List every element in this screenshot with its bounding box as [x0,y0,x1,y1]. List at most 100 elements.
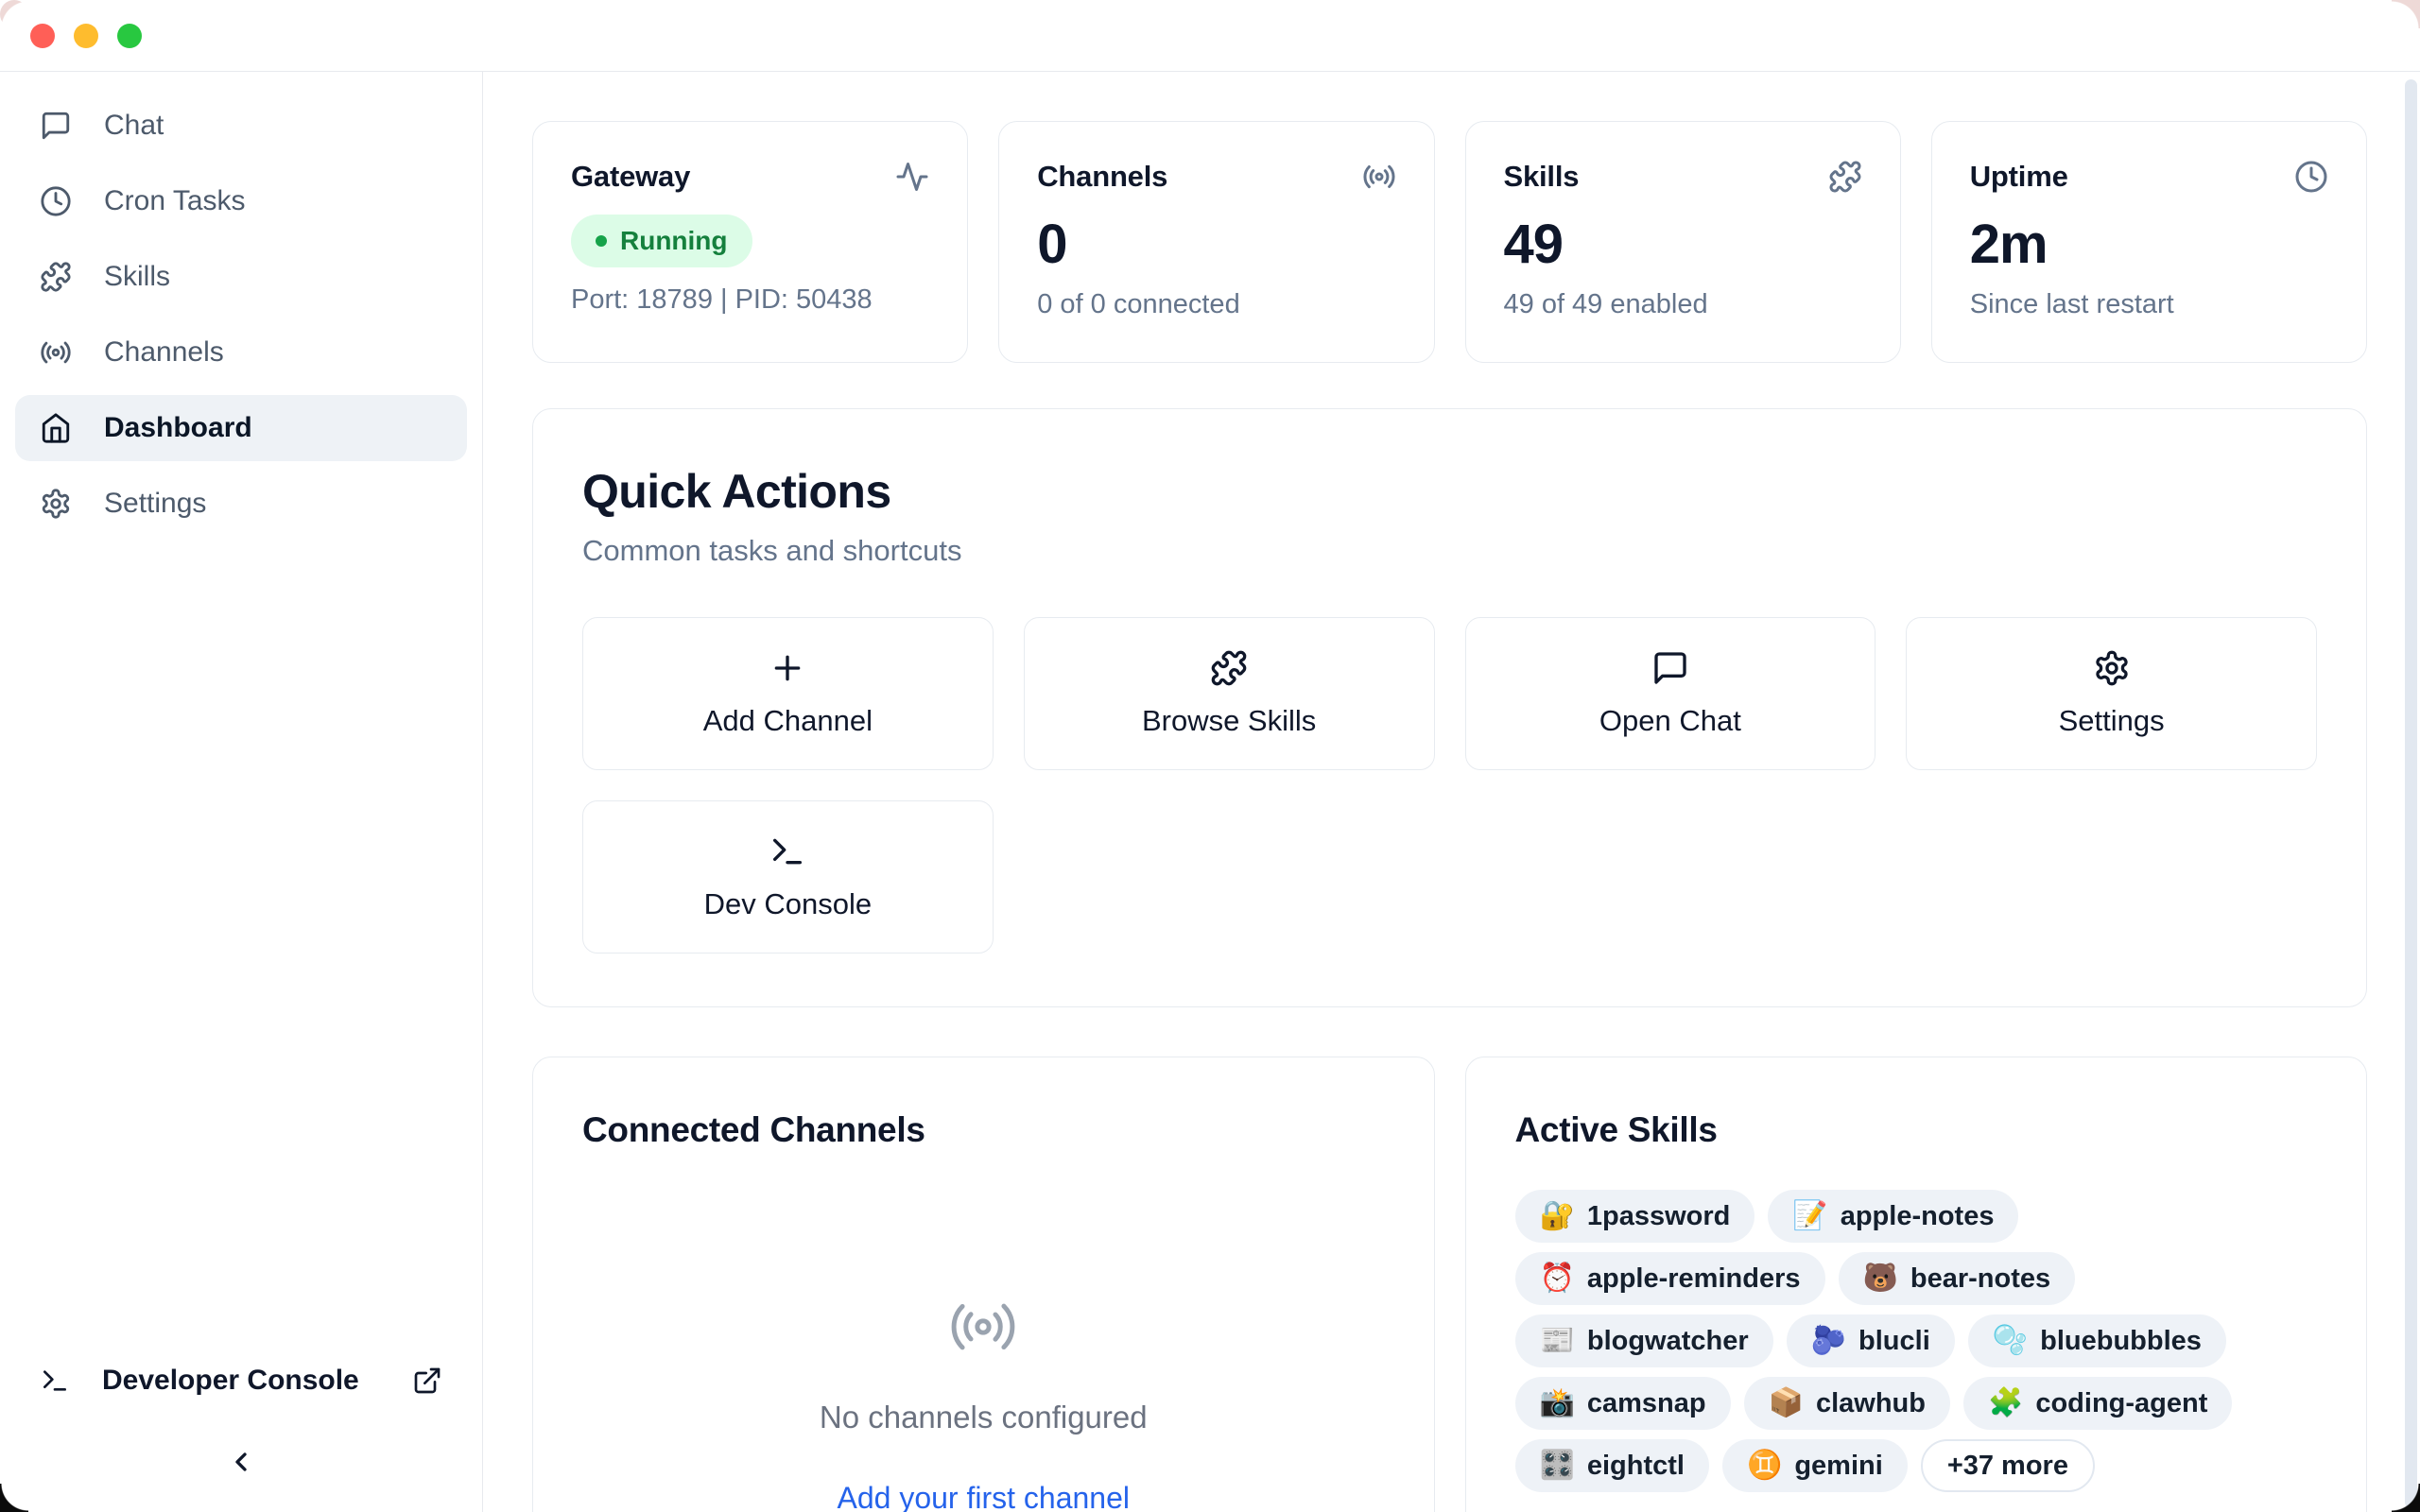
minimize-button[interactable] [74,24,98,48]
action-label: Open Chat [1599,704,1741,738]
open-chat-button[interactable]: Open Chat [1465,617,1876,770]
stat-card-gateway: Gateway Running Port: 18789 | PID: 50438 [532,121,968,363]
skill-pill: 🎛️ eightctl [1515,1439,1709,1492]
chat-icon [1651,649,1689,687]
skill-name: 1password [1587,1201,1731,1232]
zoom-button[interactable] [117,24,142,48]
action-label: Dev Console [704,887,872,921]
titlebar [0,0,2420,72]
sidebar-item-settings[interactable]: Settings [15,471,467,537]
skill-pill: ⏰ apple-reminders [1515,1252,1825,1305]
skill-pill: ♊ gemini [1722,1439,1908,1492]
home-icon [40,412,72,444]
gear-icon [2093,649,2131,687]
skill-emoji: ♊ [1747,1452,1782,1480]
skill-emoji: 📝 [1792,1202,1827,1230]
sidebar-item-label: Chat [104,110,164,142]
close-button[interactable] [30,24,55,48]
chevron-left-icon [226,1447,256,1477]
stat-title: Uptime [1970,160,2068,194]
active-skills-title: Active Skills [1515,1110,2318,1150]
puzzle-icon [1828,160,1862,194]
developer-console-button[interactable]: Developer Console [15,1352,467,1409]
puzzle-icon [40,261,72,293]
sidebar-item-label: Cron Tasks [104,185,246,217]
status-label: Running [620,226,728,256]
clock-icon [2294,160,2328,194]
skill-name: apple-reminders [1587,1263,1801,1295]
empty-channels-text: No channels configured [820,1400,1148,1435]
skill-name: eightctl [1587,1451,1685,1482]
skill-pill: 📦 clawhub [1744,1377,1950,1430]
terminal-icon [769,833,806,870]
sidebar: Chat Cron Tasks Skills Channels Dashboar… [0,72,483,1512]
sidebar-collapse-button[interactable] [226,1447,256,1480]
quick-actions-subtitle: Common tasks and shortcuts [582,534,2317,568]
connected-channels-title: Connected Channels [582,1110,1385,1150]
developer-console-label: Developer Console [102,1365,359,1397]
skill-emoji: ⏰ [1540,1264,1575,1293]
stat-card-uptime: Uptime 2m Since last restart [1931,121,2367,363]
sidebar-item-skills[interactable]: Skills [15,244,467,310]
sidebar-item-label: Skills [104,261,170,293]
clock-icon [40,185,72,217]
external-link-icon [412,1366,442,1396]
add-first-channel-link[interactable]: Add your first channel [838,1481,1131,1512]
skills-pill-list: 🔐1password 📝apple-notes ⏰apple-reminders… [1515,1190,2318,1492]
quick-actions-section: Quick Actions Common tasks and shortcuts… [532,408,2367,1007]
skill-name: blogwatcher [1587,1326,1749,1357]
skill-emoji: 📦 [1769,1389,1804,1418]
sidebar-item-channels[interactable]: Channels [15,319,467,386]
sidebar-item-dashboard[interactable]: Dashboard [15,395,467,461]
chat-icon [40,110,72,142]
skill-emoji: 🔐 [1540,1202,1575,1230]
connected-channels-panel: Connected Channels No channels configure… [532,1057,1435,1512]
dev-console-button[interactable]: Dev Console [582,800,994,954]
stat-detail: 0 of 0 connected [1037,289,1395,320]
scrollbar[interactable] [2405,79,2417,1508]
broadcast-icon [948,1292,1018,1362]
sidebar-item-cron-tasks[interactable]: Cron Tasks [15,168,467,234]
stats-row: Gateway Running Port: 18789 | PID: 50438… [532,121,2367,363]
settings-button[interactable]: Settings [1906,617,2317,770]
action-label: Browse Skills [1142,704,1316,738]
stat-detail: Port: 18789 | PID: 50438 [571,284,929,316]
sidebar-item-label: Channels [104,336,224,369]
skill-pill: 📸camsnap [1515,1377,1731,1430]
status-dot [596,235,607,247]
activity-icon [895,160,929,194]
more-skills-button[interactable]: +37 more [1921,1439,2095,1492]
skill-pill: 🔐 1password [1515,1190,1755,1243]
skill-emoji: 📰 [1540,1327,1575,1355]
browse-skills-button[interactable]: Browse Skills [1024,617,1435,770]
skill-name: camsnap [1587,1388,1706,1419]
stat-detail: Since last restart [1970,289,2328,320]
stat-card-channels: Channels 0 0 of 0 connected [998,121,1434,363]
skill-pill: 🐻bear-notes [1839,1252,2076,1305]
add-channel-button[interactable]: Add Channel [582,617,994,770]
channels-empty-state: No channels configured Add your first ch… [582,1150,1385,1512]
stat-title: Gateway [571,160,690,194]
skill-emoji: 🎛️ [1540,1452,1575,1480]
skill-name: blucli [1858,1326,1930,1357]
sidebar-nav: Chat Cron Tasks Skills Channels Dashboar… [15,93,467,546]
skill-name: gemini [1794,1451,1882,1482]
stat-card-skills: Skills 49 49 of 49 enabled [1465,121,1901,363]
skill-emoji: 🫐 [1811,1327,1846,1355]
action-label: Settings [2059,704,2165,738]
action-label: Add Channel [703,704,873,738]
quick-actions-grid: Add Channel Browse Skills Open Chat Sett… [582,617,2317,954]
skill-pill: 📰 blogwatcher [1515,1314,1773,1367]
stat-value: 2m [1970,213,2328,276]
stat-title: Skills [1504,160,1580,194]
skill-name: bluebubbles [2040,1326,2202,1357]
plus-icon [769,649,806,687]
skill-name: bear-notes [1910,1263,2050,1295]
skill-pill: 🫧bluebubbles [1968,1314,2226,1367]
skill-name: clawhub [1816,1388,1926,1419]
terminal-icon [40,1366,70,1396]
skill-pill: 🧩coding-agent [1963,1377,2232,1430]
sidebar-item-chat[interactable]: Chat [15,93,467,159]
puzzle-icon [1210,649,1248,687]
stat-title: Channels [1037,160,1167,194]
